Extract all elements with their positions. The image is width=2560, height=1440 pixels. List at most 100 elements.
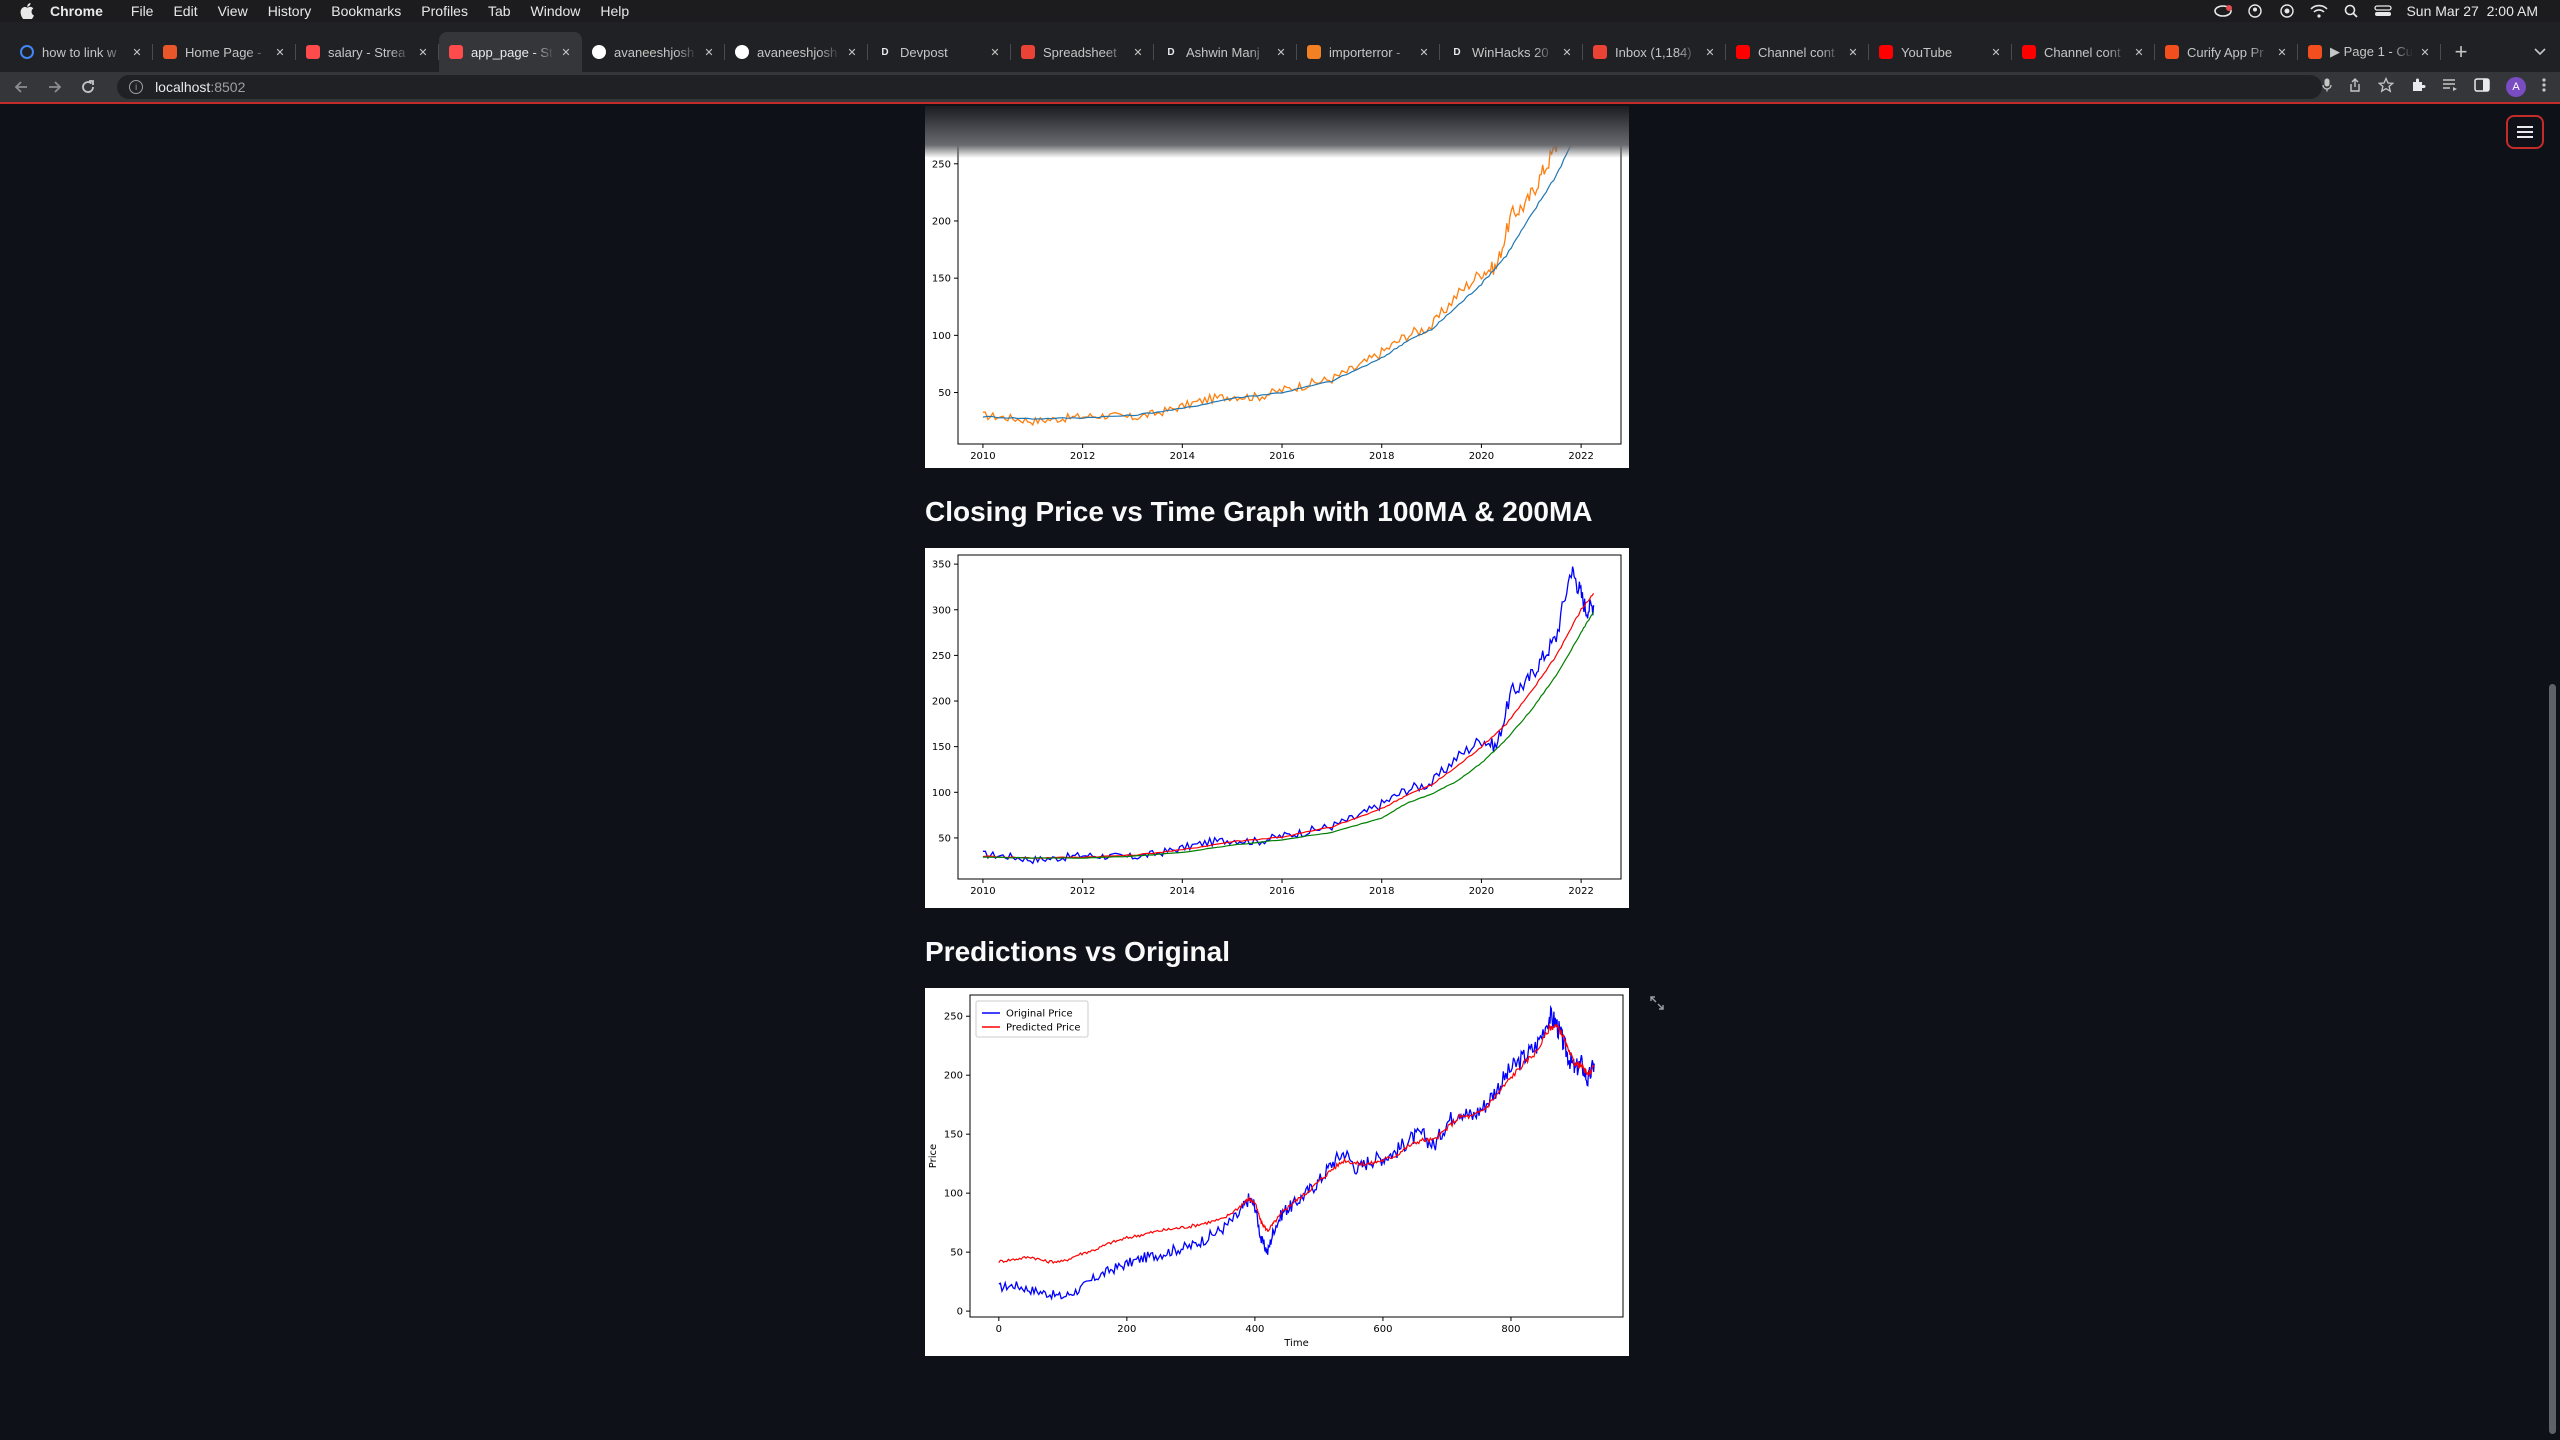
wifi-icon[interactable]	[2310, 4, 2329, 18]
browser-tab[interactable]: how to link w ✕	[10, 32, 153, 72]
close-tab-icon[interactable]: ✕	[1988, 44, 2004, 60]
browser-tab[interactable]: Home Page - ✕	[153, 32, 296, 72]
menu-tab[interactable]: Tab	[488, 3, 511, 19]
menu-chrome[interactable]: Chrome	[50, 3, 103, 19]
close-tab-icon[interactable]: ✕	[1273, 44, 1289, 60]
x-tick-label: 2020	[1469, 886, 1494, 897]
menu-history[interactable]: History	[268, 3, 312, 19]
stackoverflow-icon	[1307, 45, 1321, 59]
x-tick-label: 800	[1501, 1324, 1520, 1335]
side-panel-icon[interactable]	[2474, 77, 2490, 97]
menu-file[interactable]: File	[131, 3, 154, 19]
menu-window[interactable]: Window	[531, 3, 581, 19]
forward-icon[interactable]	[42, 74, 68, 100]
search-icon[interactable]	[2342, 4, 2360, 18]
menu-profiles[interactable]: Profiles	[421, 3, 468, 19]
new-tab-button[interactable]: +	[2447, 32, 2475, 72]
tab-search-icon[interactable]	[2520, 32, 2560, 72]
y-tick-label: 200	[932, 697, 951, 708]
close-tab-icon[interactable]: ✕	[415, 44, 431, 60]
close-tab-icon[interactable]: ✕	[1130, 44, 1146, 60]
tab-title: Curify App Pr	[2187, 44, 2264, 60]
browser-tab[interactable]: Spreadsheet ✕	[1011, 32, 1154, 72]
close-tab-icon[interactable]: ✕	[2131, 44, 2147, 60]
chart-predictions-vs-original: 0 200 400 600 800 0 50 100 150 200 250 Time Price Ori…	[925, 988, 1629, 1356]
apple-icon[interactable]	[18, 2, 36, 20]
creative-cloud-icon[interactable]	[2214, 4, 2233, 18]
menu-edit[interactable]: Edit	[173, 3, 197, 19]
close-tab-icon[interactable]: ✕	[1416, 44, 1432, 60]
browser-tab[interactable]: YouTube ✕	[1869, 32, 2012, 72]
close-tab-icon[interactable]: ✕	[2274, 44, 2290, 60]
extensions-icon[interactable]	[2410, 77, 2426, 98]
y-tick-label: 250	[932, 651, 951, 662]
chart-svg-2: 2010 2012 2014 2016 2018 2020 2022 50 100 150 200 2…	[932, 554, 1622, 897]
browser-tab[interactable]: D Ashwin Manj ✕	[1154, 32, 1297, 72]
share-icon[interactable]	[2348, 77, 2362, 97]
menu-help[interactable]: Help	[600, 3, 629, 19]
browser-tab[interactable]: salary - Strea ✕	[296, 32, 439, 72]
screen-record-icon[interactable]	[2278, 4, 2296, 18]
close-tab-icon[interactable]: ✕	[1845, 44, 1861, 60]
fullscreen-expand-icon[interactable]	[1646, 992, 1668, 1014]
browser-tab[interactable]: avaneeshjosh ✕	[725, 32, 868, 72]
youtube-icon	[2022, 45, 2036, 59]
reload-icon[interactable]	[75, 74, 101, 100]
account-icon[interactable]	[2246, 4, 2264, 18]
close-tab-icon[interactable]: ✕	[701, 44, 717, 60]
x-tick-label: 600	[1373, 1324, 1392, 1335]
tabs-container: how to link w ✕ Home Page - ✕ salary - Strea…	[10, 32, 2441, 72]
scrollbar-thumb[interactable]	[2549, 684, 2556, 1434]
x-tick-label: 2016	[1269, 451, 1294, 462]
y-tick-label: 250	[944, 1012, 963, 1023]
menubar-clock[interactable]: Sun Mar 27 2:00 AM	[2406, 3, 2538, 19]
browser-tab[interactable]: app_page - St ✕	[439, 32, 582, 72]
browser-tab[interactable]: importerror - ✕	[1297, 32, 1440, 72]
profile-avatar[interactable]: A	[2506, 77, 2527, 97]
y-tick-label: 100	[932, 788, 951, 799]
close-tab-icon[interactable]: ✕	[272, 44, 288, 60]
close-tab-icon[interactable]: ✕	[844, 44, 860, 60]
reading-list-icon[interactable]	[2442, 78, 2458, 97]
heading-closing-price-100ma-200ma: Closing Price vs Time Graph with 100MA &…	[925, 496, 1593, 527]
github-icon	[735, 45, 749, 59]
close-tab-icon[interactable]: ✕	[987, 44, 1003, 60]
menu-view[interactable]: View	[218, 3, 248, 19]
figma-icon	[2165, 45, 2179, 59]
bookmark-star-icon[interactable]	[2377, 76, 2395, 98]
browser-tab[interactable]: Channel cont ✕	[1726, 32, 1869, 72]
browser-tab[interactable]: ▶ Page 1 - Cu ✕	[2298, 32, 2441, 72]
close-tab-icon[interactable]: ✕	[129, 44, 145, 60]
x-tick-label: 0	[996, 1324, 1002, 1335]
tab-title: Channel cont	[2044, 44, 2121, 60]
close-tab-icon[interactable]: ✕	[1702, 44, 1718, 60]
tab-title: salary - Strea	[328, 44, 406, 60]
back-icon[interactable]	[8, 74, 34, 100]
browser-tab[interactable]: D WinHacks 20 ✕	[1440, 32, 1583, 72]
browser-tab[interactable]: Inbox (1,184) ✕	[1583, 32, 1726, 72]
youtube-icon	[1736, 45, 1750, 59]
more-options-icon[interactable]	[2542, 77, 2546, 98]
close-tab-icon[interactable]: ✕	[1559, 44, 1575, 60]
close-tab-icon[interactable]: ✕	[558, 44, 574, 60]
tab-title: avaneeshjosh	[757, 44, 838, 60]
y-tick-label: 150	[932, 274, 951, 285]
app-menu-button[interactable]	[2506, 115, 2544, 149]
address-bar[interactable]: i localhost:8502	[117, 75, 2323, 99]
loader-icon	[163, 45, 177, 59]
plot-area	[969, 994, 1624, 1318]
menu-bookmarks[interactable]: Bookmarks	[331, 3, 401, 19]
close-tab-icon[interactable]: ✕	[2417, 44, 2433, 60]
microphone-icon[interactable]	[2322, 78, 2332, 97]
streamlit-icon	[306, 45, 320, 59]
browser-tab[interactable]: D Devpost ✕	[868, 32, 1011, 72]
site-info-icon[interactable]: i	[129, 80, 144, 94]
tab-title: how to link w	[42, 44, 117, 60]
y-tick-label: 50	[938, 388, 951, 399]
browser-tab[interactable]: Channel cont ✕	[2012, 32, 2155, 72]
control-center-icon[interactable]	[2374, 4, 2393, 18]
browser-tab[interactable]: avaneeshjosh ✕	[582, 32, 725, 72]
browser-tab[interactable]: Curify App Pr ✕	[2155, 32, 2298, 72]
x-tick-label: 2012	[1070, 886, 1095, 897]
page-scrollbar[interactable]	[2545, 106, 2560, 1440]
